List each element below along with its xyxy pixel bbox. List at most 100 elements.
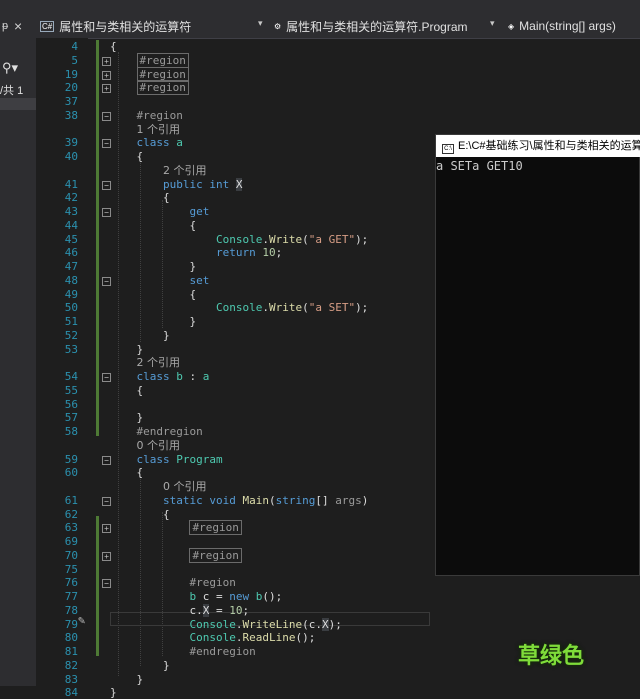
code-token: Console [215,232,263,246]
code-token: 10 [262,246,276,260]
search-dropdown-icon[interactable]: ⚲▾ [2,60,18,76]
line-number: 52 [64,328,78,342]
code-token: } [110,315,197,328]
line-number: 57 [64,411,78,425]
code-token: } [110,686,117,699]
code-line: { [110,219,196,232]
line-number: 54 [64,370,78,383]
code-token: int [209,177,230,191]
code-token: ( [302,301,309,315]
line-number: 37 [64,95,78,108]
class-dropdown[interactable]: ⚙ 属性和与类相关的运算符.Program [274,17,468,35]
collapsed-region[interactable]: #region [136,52,189,68]
line-number: 49 [64,287,78,301]
pencil-icon[interactable]: ✎ [78,613,85,627]
line-number: 43 [64,205,78,218]
reference-count-link[interactable]: 2 个引用 [137,356,181,369]
code-line: { [110,40,117,53]
reference-count-link[interactable]: 1 个引用 [137,123,181,136]
code-token: c. [110,603,203,617]
selected-row [0,98,36,110]
reference-count-link[interactable]: 2 个引用 [163,164,207,177]
line-number: 80 [64,631,78,645]
code-token: (); [295,631,316,645]
code-line: Console.ReadLine(); [110,631,315,644]
code-token: } [110,328,170,342]
collapsed-region[interactable]: #region [189,520,242,536]
code-token: void [209,493,236,507]
console-window[interactable]: C:\ E:\C#基础练习\属性和与类相关的运算符 a SETa GET10 [435,134,640,576]
line-number: 47 [64,260,78,273]
line-number: 42 [64,191,78,205]
code-token: = [209,603,230,617]
code-token: } [110,658,170,672]
reference-count-link[interactable]: 0 个引用 [163,480,207,493]
line-number: 51 [64,315,78,328]
code-token: { [110,150,144,163]
code-token: #endregion [136,425,203,438]
line-number: 70 [64,548,78,562]
line-number: 61 [64,493,78,507]
code-token: } [110,411,144,425]
code-token: a [176,136,183,150]
csharp-file-icon: C# [40,20,55,32]
code-line: #endregion [110,645,255,658]
code-token: ); [328,617,342,631]
code-token: ; [242,603,250,617]
code-token: WriteLine [242,617,303,631]
pin-icon[interactable]: ᵽ [2,20,8,32]
member-dropdown[interactable]: ◈ Main(string[] args) [508,17,616,35]
code-line: #region [110,576,235,589]
collapsed-region[interactable]: #region [189,547,242,563]
line-number: 39 [64,136,78,150]
code-token: { [110,507,170,521]
code-token: Console [189,631,236,645]
code-token: Write [268,301,303,315]
class-icon: ⚙ [274,21,282,31]
collapsed-region[interactable]: #region [136,80,189,96]
member-dropdown-label: Main(string[] args) [519,19,616,33]
line-number: 83 [64,672,78,686]
close-icon[interactable]: × [14,18,22,34]
left-tool-strip: ᵽ × ⚲▾ /共 1 [0,0,36,686]
console-title-bar[interactable]: C:\ E:\C#基础练习\属性和与类相关的运算符 [436,135,640,157]
code-line: #endregion [110,425,203,438]
line-number: 62 [64,507,78,521]
code-token: ); [355,301,369,315]
code-line: 2 个引用 [110,164,207,177]
line-number-gutter: 4 5 19 20 37 38 39 40 41 42 43 44 45 46 47 48 49 50 51 52 53… [36,38,88,699]
code-token: Console [215,301,263,315]
method-icon: ◈ [508,21,515,31]
chevron-down-icon[interactable]: ▾ [490,18,495,29]
line-number: 69 [64,535,78,548]
reference-count-link[interactable]: 0 个引用 [137,439,181,452]
code-token: { [110,191,170,205]
collapsed-region[interactable]: #region [136,66,189,82]
code-token: . [262,301,269,315]
code-line: 0 个引用 [110,480,207,493]
code-line: } [110,329,170,342]
code-line: { [110,191,170,204]
code-line: c.X = 10; [110,603,250,617]
code-token: . [262,232,269,246]
code-line: #region [110,520,242,536]
code-token: ReadLine [242,631,296,645]
code-line: } [110,315,196,328]
chevron-down-icon[interactable]: ▾ [258,18,263,29]
class-dropdown-label: 属性和与类相关的运算符.Program [286,19,468,34]
code-line: } [110,673,143,686]
line-number: 40 [64,150,78,163]
code-line: 2 个引用 [110,356,181,369]
code-token: [] [315,493,336,507]
project-dropdown[interactable]: C# 属性和与类相关的运算符 [40,17,191,35]
code-token: ); [355,232,369,246]
